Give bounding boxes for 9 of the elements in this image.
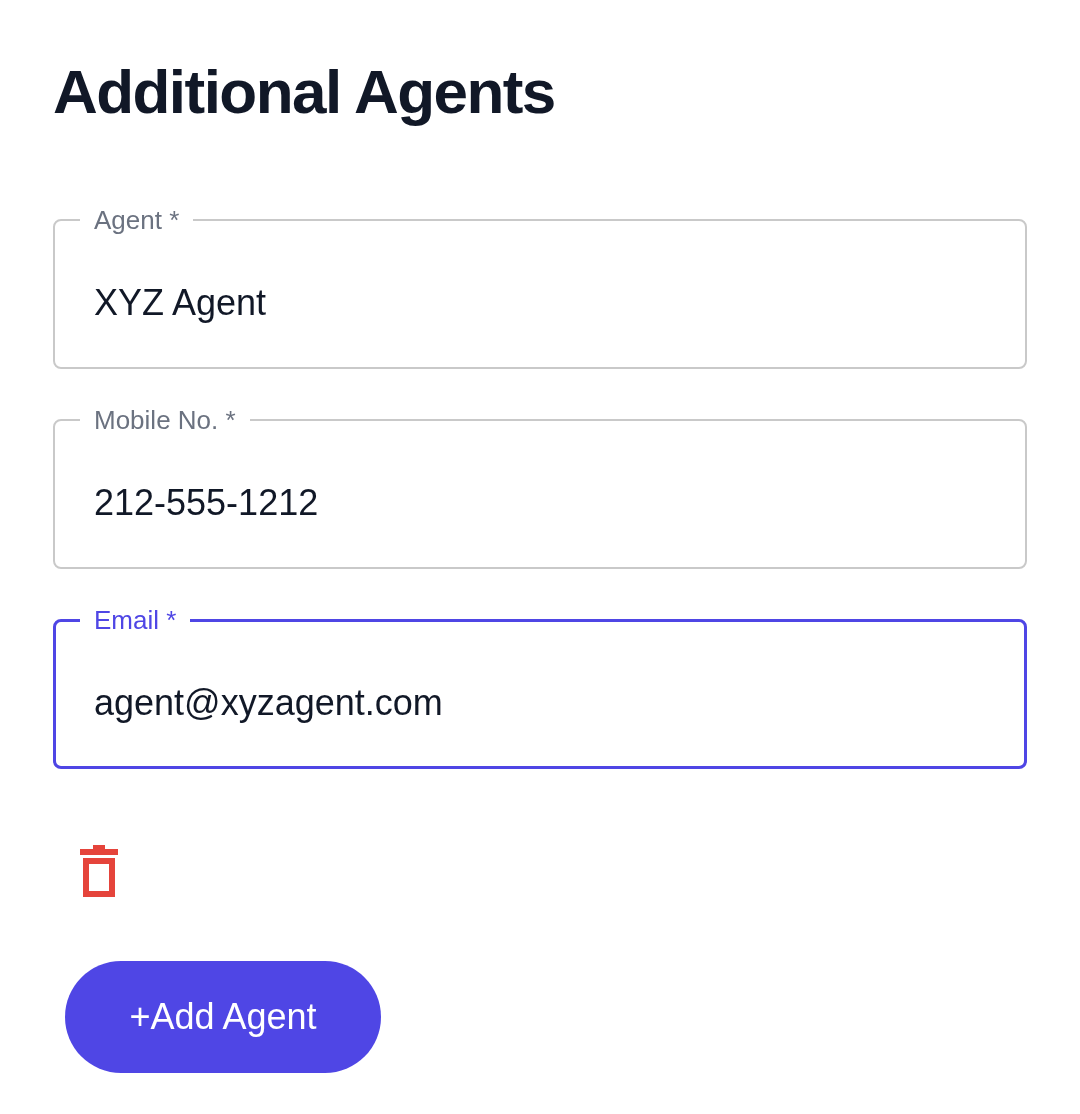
input-field[interactable]: XYZ Agent <box>80 276 1000 330</box>
field-label: Email * <box>93 604 178 636</box>
input-field[interactable]: 212-555-1212 <box>80 476 1000 530</box>
field-label: Mobile No. * <box>93 404 237 436</box>
page-title: Additional Agents <box>53 56 556 128</box>
field-label: Agent * <box>93 204 181 236</box>
input-field[interactable]: agent@xyzagent.com <box>80 676 1000 730</box>
trash-icon <box>80 845 118 897</box>
add-agent-button[interactable]: +Add Agent <box>65 961 381 1073</box>
